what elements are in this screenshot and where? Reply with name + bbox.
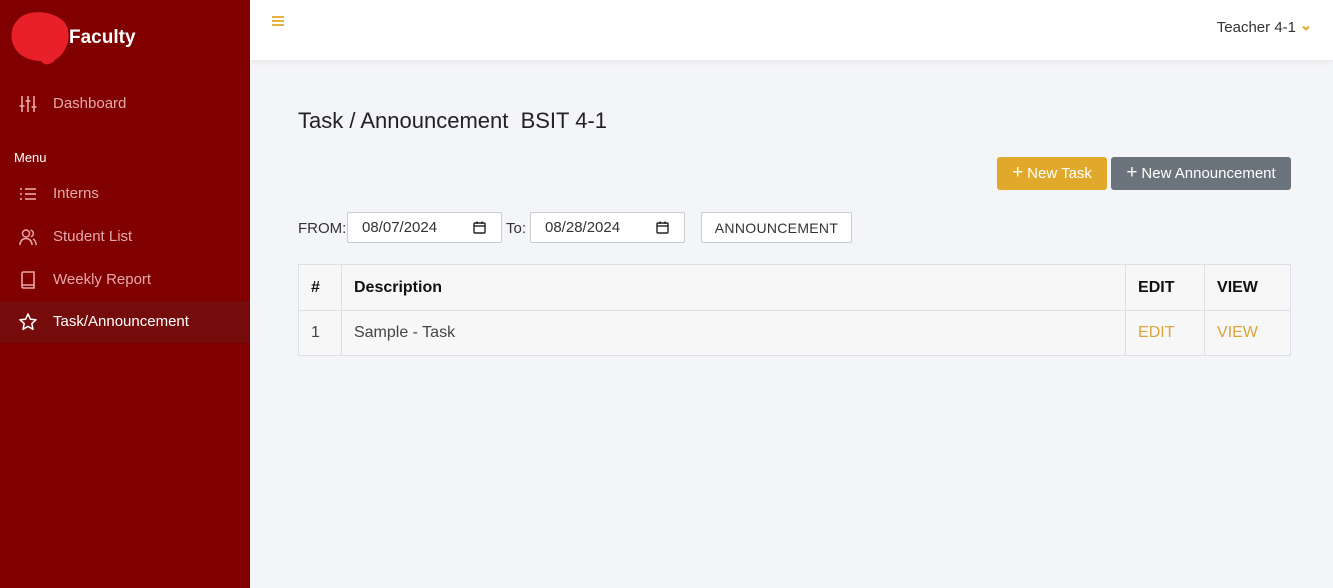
brand[interactable]: Faculty [0,0,250,76]
plus-icon: + [1126,162,1138,183]
from-date-input[interactable]: 08/07/2024 [347,212,502,243]
edit-link[interactable]: EDIT [1125,310,1206,356]
sidebar-item-label: Student List [53,228,133,245]
plus-icon: + [1012,162,1024,183]
calendar-icon[interactable] [473,221,486,234]
sidebar-item-label: Dashboard [53,95,127,112]
user-name: Teacher 4-1 [1216,19,1296,36]
book-icon [21,271,35,289]
users-icon [19,229,37,246]
user-menu[interactable]: Teacher 4-1 [1217,19,1311,36]
new-task-button[interactable]: + New Task [997,157,1107,190]
row-number: 1 [298,310,342,356]
new-announcement-button[interactable]: + New Announcement [1111,157,1291,190]
list-icon [20,188,36,200]
star-icon [19,313,37,331]
calendar-icon[interactable] [656,221,669,234]
new-announcement-label: New Announcement [1141,165,1276,182]
page-title: Task / Announcement BSIT 4-1 [298,108,607,133]
new-task-label: New Task [1027,165,1092,182]
chevron-down-icon [1302,25,1310,31]
announcement-filter-button[interactable]: ANNOUNCEMENT [701,212,852,243]
table-row: 1 Sample - Task EDIT VIEW [298,310,1291,356]
sliders-icon [19,96,37,112]
topbar: Teacher 4-1 [250,0,1333,60]
to-label: To: [506,220,527,237]
column-header-description: Description [340,264,1127,311]
from-date-value: 08/07/2024 [362,219,438,236]
sidebar-item-dashboard[interactable]: Dashboard [0,83,250,125]
column-header-edit: EDIT [1125,264,1206,311]
to-date-value: 08/28/2024 [545,219,621,236]
sidebar-item-label: Interns [53,185,99,202]
logo-icon [11,12,69,65]
from-label: FROM: [298,220,347,237]
sidebar: Faculty Dashboard Menu Interns Student L… [0,0,250,588]
sidebar-item-task-announcement[interactable]: Task/Announcement [0,301,250,343]
sidebar-item-label: Weekly Report [53,271,152,288]
brand-name: Faculty [69,27,136,48]
column-header-view: VIEW [1204,264,1291,311]
sidebar-item-weekly-report[interactable]: Weekly Report [0,259,250,301]
hamburger-menu-icon[interactable] [271,14,285,28]
task-table: # Description EDIT VIEW 1 Sample - Task … [298,264,1291,356]
sidebar-item-label: Task/Announcement [53,313,189,330]
column-header-number: # [298,264,342,311]
to-date-input[interactable]: 08/28/2024 [530,212,685,243]
menu-heading: Menu [14,150,47,165]
view-link[interactable]: VIEW [1204,310,1291,356]
table-header-row: # Description EDIT VIEW [298,264,1291,311]
sidebar-item-student-list[interactable]: Student List [0,216,250,258]
sidebar-item-interns[interactable]: Interns [0,173,250,215]
row-description: Sample - Task [340,310,1127,356]
